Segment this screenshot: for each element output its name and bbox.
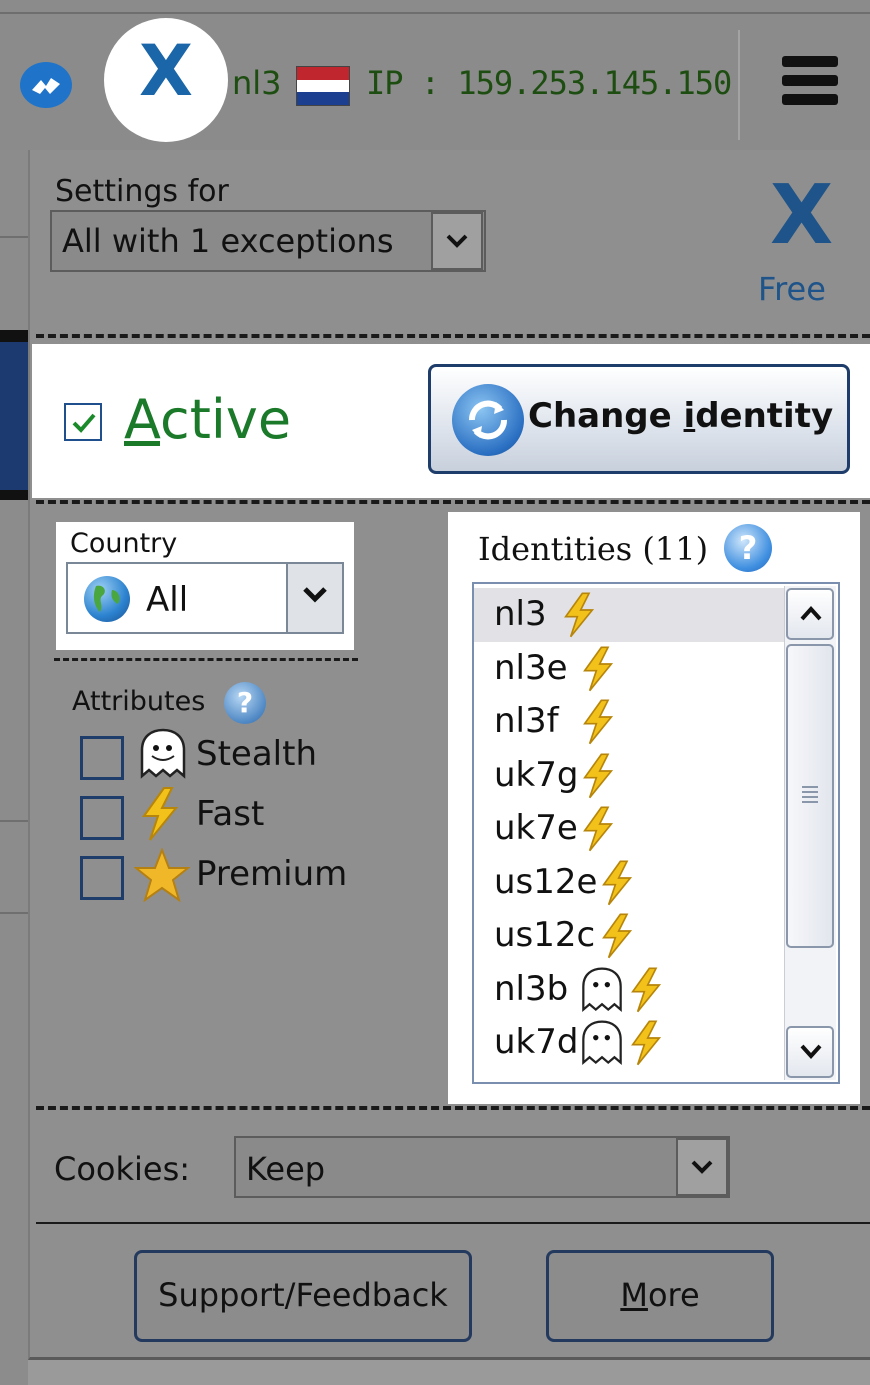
scrollbar-grip-icon bbox=[802, 786, 818, 803]
identity-name: nl3e bbox=[494, 647, 568, 688]
ip-address-label: IP : 159.253.145.150 bbox=[366, 64, 732, 102]
attributes-label: Attributes bbox=[72, 686, 206, 717]
globe-icon bbox=[84, 576, 130, 622]
cookies-label: Cookies: bbox=[54, 1150, 191, 1188]
chevron-down-icon[interactable] bbox=[431, 212, 483, 270]
toolbar-divider bbox=[0, 12, 870, 14]
lightning-icon bbox=[578, 697, 618, 751]
identity-list-item[interactable]: uk7e bbox=[474, 802, 784, 856]
active-label-accesskey: A bbox=[124, 388, 160, 451]
messenger-icon[interactable] bbox=[20, 62, 72, 108]
change-identity-label: Change identity bbox=[528, 396, 833, 436]
support-feedback-label: Support/Feedback bbox=[158, 1276, 448, 1314]
lightning-icon bbox=[578, 644, 618, 698]
background-divider bbox=[0, 236, 28, 238]
background-image bbox=[0, 330, 28, 500]
lightning-icon bbox=[597, 858, 637, 912]
identity-list-item[interactable]: us12e bbox=[474, 856, 784, 910]
ghost-icon bbox=[136, 726, 190, 786]
toolbar-separator bbox=[738, 30, 740, 140]
chevron-down-icon[interactable] bbox=[286, 564, 342, 632]
settings-for-label: Settings for bbox=[55, 174, 229, 209]
identity-name: nl3f bbox=[494, 701, 559, 741]
more-accesskey: M bbox=[620, 1276, 648, 1314]
section-divider bbox=[36, 500, 870, 504]
fast-checkbox[interactable] bbox=[80, 796, 124, 840]
lightning-icon bbox=[626, 965, 666, 1019]
identity-name: nl3 bbox=[494, 594, 547, 634]
identity-list-item[interactable]: nl3f bbox=[474, 695, 784, 749]
identity-list-item[interactable]: uk7g bbox=[474, 749, 784, 803]
lightning-icon bbox=[559, 590, 599, 644]
change-identity-accesskey: i bbox=[683, 396, 696, 436]
identity-list-item[interactable]: us12c bbox=[474, 909, 784, 963]
extension-logo-button[interactable]: X bbox=[104, 18, 228, 142]
settings-for-value: All with 1 exceptions bbox=[62, 222, 394, 260]
identity-name: us12c bbox=[494, 915, 596, 955]
scroll-down-button[interactable] bbox=[786, 1026, 834, 1078]
popup-shadow bbox=[28, 1360, 870, 1385]
scroll-up-button[interactable] bbox=[786, 588, 834, 640]
netherlands-flag-icon bbox=[296, 66, 350, 106]
lightning-icon bbox=[626, 1018, 666, 1072]
change-identity-label-part: Change bbox=[528, 396, 684, 436]
extension-logo-icon: X bbox=[139, 30, 193, 112]
more-label: More bbox=[546, 1276, 774, 1314]
premium-label: Premium bbox=[196, 854, 348, 894]
footer-divider bbox=[36, 1222, 870, 1224]
section-divider bbox=[36, 334, 870, 338]
star-icon bbox=[133, 847, 191, 906]
fast-label: Fast bbox=[196, 794, 265, 834]
change-identity-label-part: dentity bbox=[695, 396, 834, 436]
help-icon[interactable]: ? bbox=[724, 524, 772, 572]
background-divider bbox=[0, 820, 28, 822]
ghost-icon bbox=[578, 965, 626, 1019]
help-icon[interactable]: ? bbox=[224, 682, 266, 724]
chevron-down-icon[interactable] bbox=[676, 1138, 728, 1196]
help-glyph: ? bbox=[236, 686, 254, 719]
identity-name: uk7e bbox=[494, 808, 578, 848]
active-checkbox[interactable] bbox=[64, 403, 102, 441]
current-server-label: nl3 bbox=[232, 64, 282, 102]
plan-tier-label: Free bbox=[758, 270, 826, 308]
cookies-value: Keep bbox=[246, 1150, 326, 1188]
menu-icon[interactable] bbox=[782, 56, 838, 106]
ghost-icon bbox=[578, 1018, 626, 1072]
active-label-text: ctive bbox=[160, 388, 292, 451]
background-divider bbox=[0, 912, 28, 914]
identity-name: us12e bbox=[494, 861, 598, 902]
lightning-icon bbox=[578, 751, 618, 805]
identity-list-item[interactable]: uk7d bbox=[474, 1016, 784, 1070]
premium-checkbox[interactable] bbox=[80, 856, 124, 900]
identity-name: uk7g bbox=[494, 754, 579, 795]
identity-list-item[interactable]: nl3 bbox=[474, 588, 784, 642]
section-divider bbox=[36, 1106, 870, 1110]
identity-name: nl3b bbox=[494, 968, 569, 1009]
identity-list-item[interactable]: nl3b bbox=[474, 963, 784, 1017]
identities-label: Identities (11) bbox=[478, 530, 709, 568]
country-value: All bbox=[146, 580, 189, 620]
identity-name: uk7d bbox=[494, 1022, 579, 1062]
lightning-icon bbox=[578, 804, 618, 858]
help-glyph: ? bbox=[738, 529, 758, 567]
stealth-checkbox[interactable] bbox=[80, 736, 124, 780]
brand-logo-icon: X bbox=[770, 168, 834, 263]
identity-list-item[interactable]: nl3e bbox=[474, 642, 784, 696]
more-label-text: ore bbox=[647, 1276, 700, 1314]
lightning-icon bbox=[597, 911, 637, 965]
active-label: Active bbox=[124, 388, 291, 451]
stealth-label: Stealth bbox=[196, 734, 317, 774]
section-divider bbox=[54, 658, 358, 661]
country-label: Country bbox=[70, 528, 178, 559]
lightning-icon bbox=[136, 786, 184, 846]
refresh-icon bbox=[452, 384, 524, 456]
